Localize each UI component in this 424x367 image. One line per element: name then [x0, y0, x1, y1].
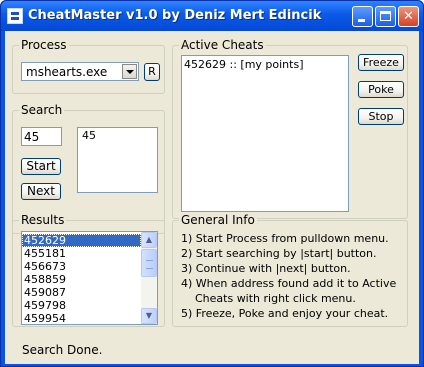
app-window: CheatMaster v1.0 by Deniz Mert Edincik ✕… [0, 0, 424, 367]
info-line: 3) Continue with |next| button. [181, 262, 351, 275]
close-button[interactable]: ✕ [398, 6, 419, 27]
active-cheats-group: Active Cheats 452629 :: [my points] Free… [172, 38, 408, 219]
dropdown-arrow-button[interactable] [122, 64, 137, 79]
process-label: Process [19, 38, 69, 52]
process-group: Process mshearts.exe R [12, 38, 165, 94]
info-line: 4) When address found add it to Active [181, 277, 397, 290]
process-selected: mshearts.exe [26, 65, 108, 79]
list-item[interactable]: 459087 [22, 286, 141, 299]
list-item[interactable]: 456673 [22, 260, 141, 273]
maximize-icon [380, 11, 391, 21]
minimize-icon [358, 19, 365, 22]
info-line: 1) Start Process from pulldown menu. [181, 232, 389, 245]
info-line: 2) Start searching by |start| button. [181, 247, 377, 260]
poke-button[interactable]: Poke [358, 81, 404, 98]
search-history-list[interactable]: 45 [77, 127, 158, 193]
search-label: Search [19, 103, 65, 117]
info-line: 5) Freeze, Poke and enjoy your cheat. [181, 307, 389, 320]
results-label: Results [19, 213, 67, 227]
general-info-label: General Info [179, 213, 257, 227]
list-item[interactable]: 452629 :: [my points] [182, 58, 348, 71]
list-item[interactable]: 458859 [22, 273, 141, 286]
scroll-thumb[interactable] [141, 249, 157, 277]
freeze-button[interactable]: Freeze [358, 54, 404, 71]
results-list[interactable]: 452629 455181 456673 458859 459087 45979… [21, 231, 158, 325]
chevron-down-icon [126, 70, 134, 74]
results-group: Results 452629 455181 456673 458859 4590… [12, 213, 165, 327]
title-bar[interactable]: CheatMaster v1.0 by Deniz Mert Edincik ✕ [1, 1, 423, 31]
stop-button[interactable]: Stop [358, 108, 404, 125]
minimize-button[interactable] [352, 6, 373, 27]
list-item[interactable]: 452629 [22, 234, 141, 247]
app-icon [7, 8, 23, 24]
scroll-up-button[interactable]: ▲ [141, 232, 157, 248]
search-value-input[interactable]: 45 [21, 127, 62, 146]
list-item[interactable]: 459954 [22, 312, 141, 324]
info-line: Cheats with right click menu. [181, 292, 356, 305]
refresh-button[interactable]: R [144, 63, 160, 81]
list-item[interactable]: 45 [78, 129, 157, 142]
start-button[interactable]: Start [21, 158, 61, 175]
next-button[interactable]: Next [21, 183, 61, 200]
general-info-text: 1) Start Process from pulldown menu. 2) … [181, 231, 396, 321]
maximize-button[interactable] [375, 6, 396, 27]
general-info-group: General Info 1) Start Process from pulld… [172, 213, 408, 327]
list-item[interactable]: 459798 [22, 299, 141, 312]
window-title: CheatMaster v1.0 by Deniz Mert Edincik [28, 8, 322, 23]
scroll-down-button[interactable]: ▼ [141, 308, 157, 324]
results-scrollbar[interactable]: ▲ ▼ [141, 232, 157, 324]
process-dropdown[interactable]: mshearts.exe [21, 62, 139, 81]
active-cheats-label: Active Cheats [179, 38, 266, 52]
client-area: Process mshearts.exe R Active Cheats 452… [5, 31, 419, 364]
list-item[interactable]: 455181 [22, 247, 141, 260]
search-value-text: 45 [24, 130, 40, 144]
active-cheats-list[interactable]: 452629 :: [my points] [181, 55, 349, 212]
status-text: Search Done. [22, 343, 103, 357]
